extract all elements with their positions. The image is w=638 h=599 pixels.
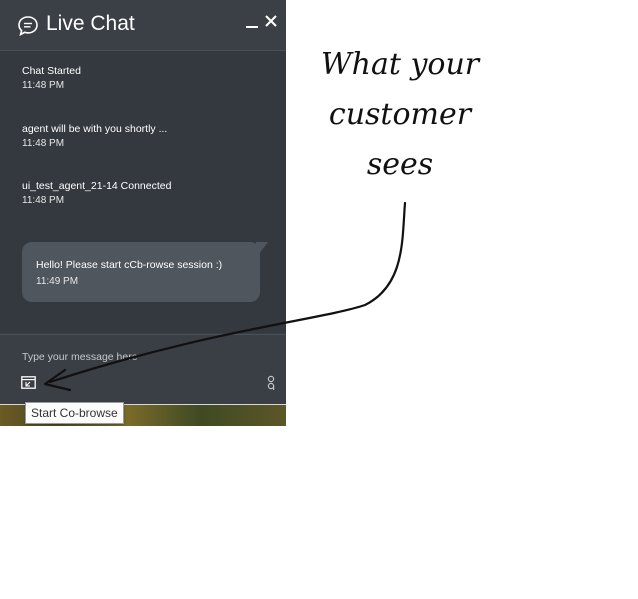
chat-title: Live Chat: [46, 12, 135, 35]
minimize-icon[interactable]: [245, 16, 259, 30]
message-text: ui_test_agent_21-14 Connected: [22, 180, 172, 192]
system-message: agent will be with you shortly ... 11:48…: [22, 123, 167, 149]
chat-bubble-icon: [18, 16, 38, 37]
cobrowse-tooltip: Start Co-browse: [25, 402, 124, 424]
system-message: Chat Started 11:48 PM: [22, 65, 81, 91]
logo-icon[interactable]: [265, 375, 277, 391]
live-chat-widget: Live Chat Chat Started 11:48 PM agent wi…: [0, 0, 286, 426]
annotation-line: customer: [328, 97, 472, 132]
bubble-tail: [256, 242, 268, 258]
message-time: 11:48 PM: [22, 195, 65, 206]
message-text: agent will be with you shortly ...: [22, 123, 168, 135]
annotation-line: What your: [320, 47, 480, 82]
chat-header: Live Chat: [0, 0, 286, 51]
annotation-caption: What your customer sees: [300, 40, 500, 190]
message-time: 11:49 PM: [36, 276, 79, 287]
message-time: 11:48 PM: [22, 80, 65, 91]
message-text: Chat Started: [22, 65, 81, 77]
system-message: ui_test_agent_21-14 Connected 11:48 PM: [22, 180, 171, 206]
annotation-line: sees: [366, 147, 434, 182]
message-time: 11:48 PM: [22, 138, 65, 149]
cobrowse-icon[interactable]: [21, 376, 36, 389]
message-input[interactable]: [22, 349, 262, 365]
close-icon[interactable]: [264, 14, 278, 28]
message-text: Hello! Please start cCb-rowse session :): [36, 259, 223, 271]
message-composer: [0, 334, 286, 405]
customer-message-bubble: Hello! Please start cCb-rowse session :)…: [22, 242, 260, 302]
